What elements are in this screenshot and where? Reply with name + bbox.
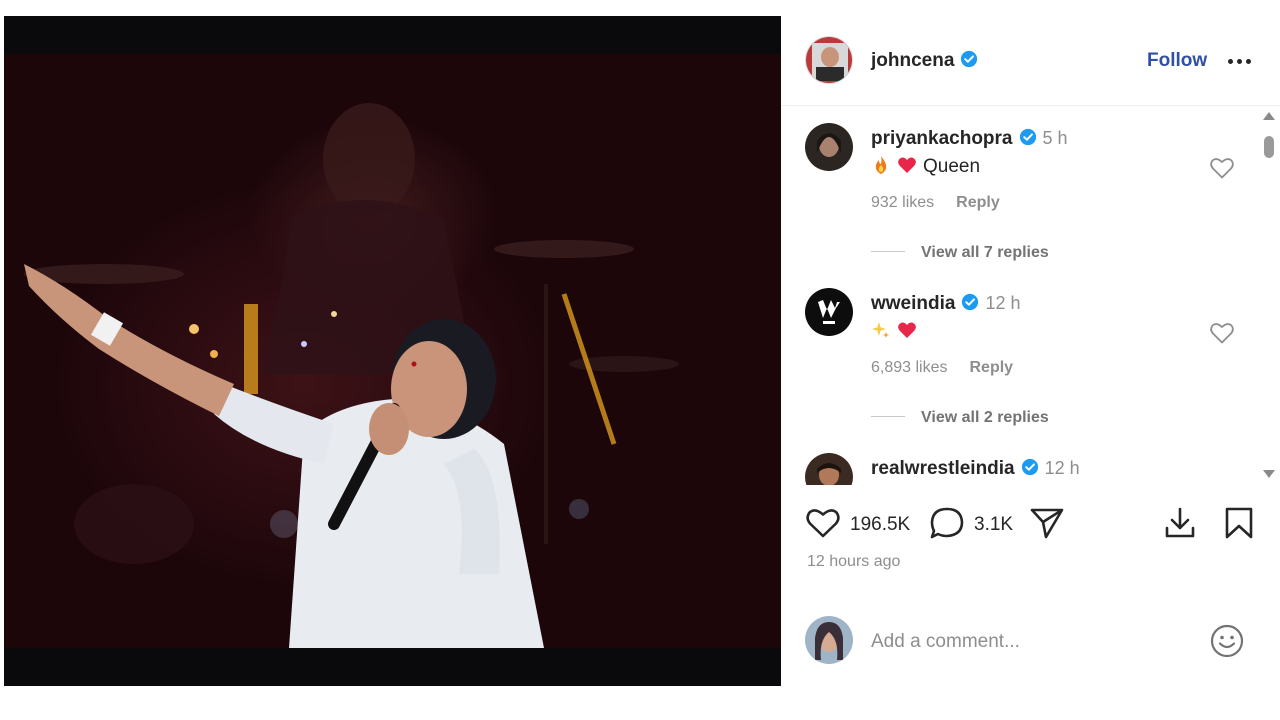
view-replies-label[interactable]: View all 7 replies <box>921 244 1049 261</box>
comment-item: realwrestleindia 12 h <box>781 437 1261 485</box>
post-header: johncena Follow <box>781 16 1280 106</box>
bookmark-icon[interactable] <box>1223 506 1255 540</box>
comment-icon[interactable] <box>929 506 965 540</box>
comment-username[interactable]: realwrestleindia <box>871 458 1015 479</box>
verified-badge-icon <box>962 293 979 311</box>
fire-emoji-icon <box>875 156 887 174</box>
more-options-icon[interactable] <box>1226 50 1254 72</box>
comment-meta: 932 likes Reply <box>871 194 1000 212</box>
add-comment-bar <box>781 606 1280 686</box>
reply-button[interactable]: Reply <box>970 359 1014 376</box>
comment-avatar[interactable] <box>805 123 853 171</box>
scrollbar-thumb[interactable] <box>1264 136 1274 158</box>
comment-heart-icon[interactable] <box>1209 321 1235 345</box>
comment-avatar[interactable] <box>805 453 853 485</box>
heart-icon[interactable] <box>805 506 841 540</box>
comment-avatar[interactable] <box>805 288 853 336</box>
scroll-down-arrow-icon[interactable] <box>1263 470 1275 478</box>
concert-photo-illustration <box>24 103 679 648</box>
post-photo <box>4 54 781 648</box>
verified-badge-icon <box>1019 128 1036 146</box>
replies-divider <box>871 251 905 252</box>
comment-meta: 6,893 likes Reply <box>871 359 1013 377</box>
comment-heart-icon[interactable] <box>1209 156 1235 180</box>
comment-time: 12 h <box>1044 458 1080 478</box>
emoji-icon[interactable] <box>1209 623 1245 659</box>
comment-username[interactable]: priyankachopra <box>871 128 1013 149</box>
comment-text-row: Queen <box>871 155 980 178</box>
verified-badge-icon <box>961 50 978 68</box>
comments-count[interactable]: 3.1K <box>974 514 1013 536</box>
add-comment-input[interactable] <box>871 626 1191 658</box>
comments-list[interactable]: priyankachopra 5 h Queen 932 likes Reply V… <box>781 107 1280 485</box>
replies-divider <box>871 416 905 417</box>
author-username-row[interactable]: johncena <box>871 50 978 72</box>
comment-time: 5 h <box>1042 128 1068 148</box>
post-time-ago: 12 hours ago <box>807 553 901 570</box>
red-heart-emoji-icon <box>898 157 916 173</box>
comments-scrollbar[interactable] <box>1261 108 1277 484</box>
author-avatar[interactable] <box>805 36 853 84</box>
comment-text-row <box>871 320 923 343</box>
post-side-panel: johncena Follow priyankachopra 5 h Queen <box>781 16 1280 686</box>
author-username[interactable]: johncena <box>871 50 954 71</box>
comment-username[interactable]: wweindia <box>871 293 955 314</box>
share-icon[interactable] <box>1029 506 1065 540</box>
reply-button[interactable]: Reply <box>956 194 1000 211</box>
comment-username-row[interactable]: realwrestleindia 12 h <box>871 458 1080 480</box>
comment-item: priyankachopra 5 h Queen 932 likes Reply V… <box>781 107 1261 272</box>
comment-username-row[interactable]: priyankachopra 5 h <box>871 128 1068 150</box>
view-replies-button[interactable]: View all 7 replies <box>871 244 1049 262</box>
post-media[interactable] <box>4 16 781 686</box>
download-icon[interactable] <box>1163 506 1197 540</box>
follow-button[interactable]: Follow <box>1147 50 1207 72</box>
comment-likes[interactable]: 6,893 likes <box>871 359 948 376</box>
comment-text: Queen <box>923 156 981 177</box>
red-heart-emoji-icon <box>898 322 916 338</box>
scroll-up-arrow-icon[interactable] <box>1263 112 1275 120</box>
verified-badge-icon <box>1021 458 1038 476</box>
comment-time: 12 h <box>985 293 1021 313</box>
likes-count[interactable]: 196.5K <box>850 514 910 536</box>
view-replies-label[interactable]: View all 2 replies <box>921 409 1049 426</box>
comment-likes[interactable]: 932 likes <box>871 194 934 211</box>
comment-item: wweindia 12 h 6,893 likes Reply View all 2… <box>781 272 1261 437</box>
post-actions: 196.5K 3.1K 12 hours ago <box>781 486 1280 606</box>
current-user-avatar[interactable] <box>805 616 853 664</box>
view-replies-button[interactable]: View all 2 replies <box>871 409 1049 427</box>
sparkles-emoji-icon <box>872 322 889 338</box>
comment-username-row[interactable]: wweindia 12 h <box>871 293 1021 315</box>
